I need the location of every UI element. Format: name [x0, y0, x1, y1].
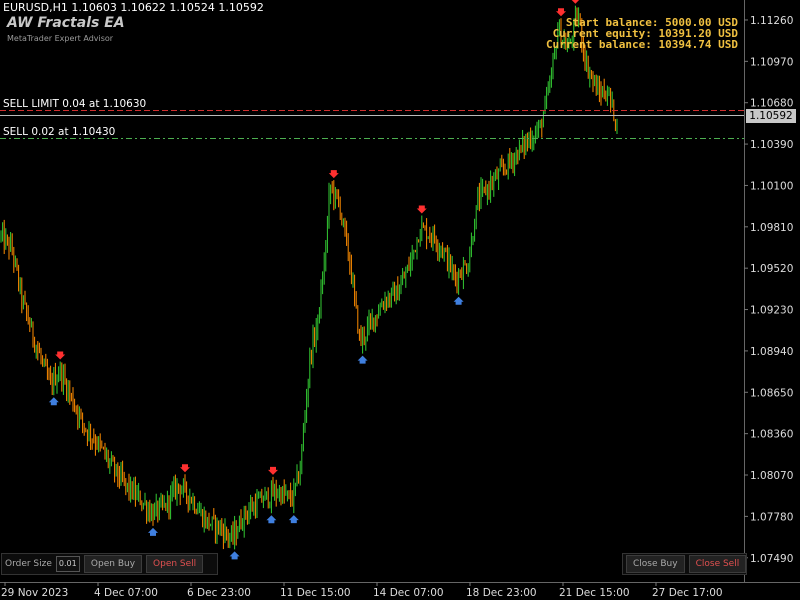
time-tick-label: 4 Dec 07:00	[94, 587, 158, 599]
price-tick-label: 1.10100	[750, 180, 793, 192]
time-axis: 29 Nov 2023 4 Dec 07:00 6 Dec 23:00 11 Dec …	[1, 582, 723, 599]
price-tick-label: 1.10970	[750, 56, 793, 68]
close-order-panel: Close Buy Close Sell	[622, 553, 747, 575]
fractal-up-arrow	[180, 464, 190, 473]
open-buy-button[interactable]: Open Buy	[83, 555, 143, 573]
price-tick-label: 1.09520	[750, 263, 793, 275]
fractal-up-arrow	[268, 466, 278, 475]
fractal-up-arrow	[55, 351, 66, 360]
open-sell-button[interactable]: Open Sell	[146, 555, 204, 573]
price-tick-label: 1.11260	[750, 15, 793, 27]
price-tick-label: 1.08650	[750, 387, 793, 399]
time-tick-label: 27 Dec 17:00	[652, 587, 723, 599]
close-sell-button[interactable]: Close Sell	[688, 555, 747, 573]
price-tick-label: 1.08360	[750, 429, 793, 441]
price-chart[interactable]: 1.11260 1.10970 1.10680 1.10390 1.10100 1.098…	[0, 0, 800, 600]
price-axis: 1.11260 1.10970 1.10680 1.10390 1.10100 1.098…	[744, 15, 793, 565]
order-size-input[interactable]: 0.01	[55, 556, 80, 572]
fractal-down-arrow	[288, 515, 299, 524]
time-tick-label: 29 Nov 2023	[1, 587, 68, 599]
fractal-down-arrow	[266, 515, 277, 524]
time-tick-label: 11 Dec 15:00	[280, 587, 351, 599]
price-tick-label: 1.09810	[750, 222, 793, 234]
time-tick-label: 18 Dec 23:00	[466, 587, 537, 599]
candles-layer	[0, 5, 618, 550]
time-tick-label: 14 Dec 07:00	[373, 587, 444, 599]
fractal-up-arrow	[571, 0, 580, 4]
time-tick-label: 21 Dec 15:00	[559, 587, 630, 599]
sell-order-label: SELL 0.02 at 1.10430	[3, 126, 116, 138]
price-tick-label: 1.07780	[750, 511, 793, 523]
ea-title: AW Fractals EA	[7, 15, 125, 31]
price-tick-label: 1.07490	[750, 553, 793, 565]
price-tick-label: 1.08070	[750, 470, 793, 482]
sell-limit-label: SELL LIMIT 0.04 at 1.10630	[3, 98, 147, 110]
time-tick-label: 6 Dec 23:00	[187, 587, 251, 599]
fractal-down-arrow	[229, 551, 240, 560]
fractal-down-arrow	[453, 296, 464, 305]
fractal-down-arrow	[357, 355, 368, 364]
close-buy-button[interactable]: Close Buy	[626, 555, 685, 573]
fractal-up-arrow	[556, 8, 566, 17]
fractal-up-arrow	[328, 170, 339, 179]
current-balance: Current balance: 10394.74 USD	[545, 38, 738, 51]
open-order-panel: Order Size 0.01 Open Buy Open Sell	[1, 553, 218, 575]
price-tick-label: 1.10390	[750, 139, 793, 151]
price-tick-label: 1.10680	[750, 98, 793, 110]
order-size-label: Order Size	[5, 559, 52, 569]
fractal-down-arrow	[48, 397, 59, 406]
price-tick-label: 1.08940	[750, 346, 793, 358]
symbol-header: EURUSD,H1 1.10603 1.10622 1.10524 1.1059…	[3, 1, 264, 14]
fractal-down-arrow	[148, 527, 158, 536]
fractal-up-arrow	[416, 205, 427, 214]
price-tick-label: 1.09230	[750, 305, 793, 317]
ea-subtitle: MetaTrader Expert Advisor	[7, 34, 114, 43]
current-price-tag: 1.10592	[746, 109, 796, 123]
